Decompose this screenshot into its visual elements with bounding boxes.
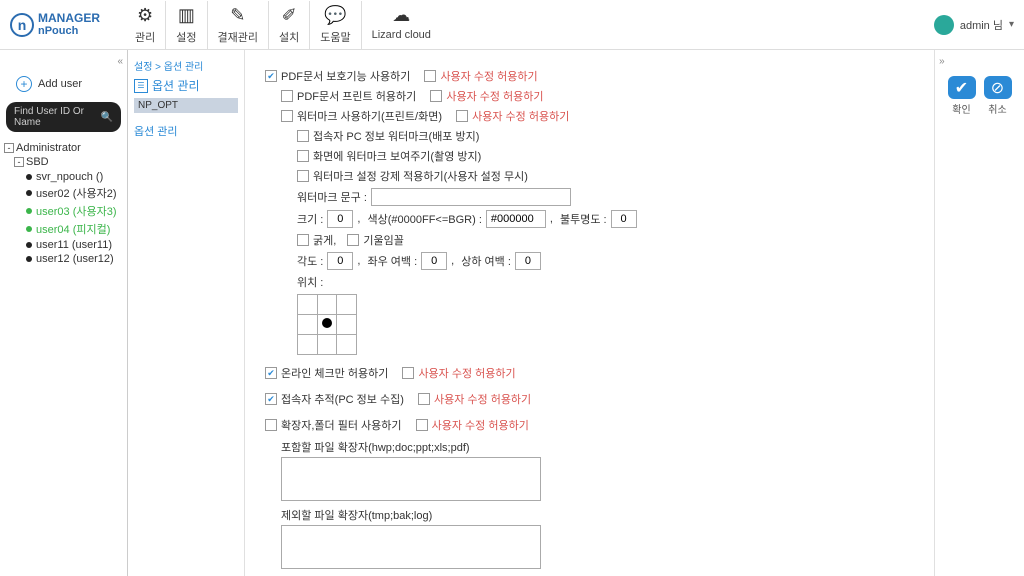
online-usermod-checkbox[interactable] [402, 367, 414, 379]
breadcrumb: 설정 > 옵션 관리 [134, 58, 238, 73]
include-ext-input[interactable] [281, 457, 541, 501]
cancel-button[interactable]: ⊘취소 [983, 76, 1013, 116]
tree-user-item[interactable]: user11 (user11) [26, 238, 123, 252]
tree-root[interactable]: -Administrator [4, 142, 123, 154]
pen-icon: ✎ [230, 5, 245, 27]
collapse-right-icon[interactable]: « [939, 56, 945, 67]
tree-user-item[interactable]: user04 (피지컬) [26, 220, 123, 238]
add-user-button[interactable]: + Add user [16, 76, 127, 92]
nav-help[interactable]: 💬도움말 [310, 1, 361, 49]
current-user: admin 님 [960, 17, 1003, 33]
top-nav: ⚙관리 ▥설정 ✎결재관리 ✐설치 💬도움말 ☁Lizard cloud [125, 1, 441, 49]
filter-ext-checkbox[interactable] [265, 419, 277, 431]
find-user-input[interactable]: Find User ID Or Name 🔍 [6, 102, 121, 132]
exclude-ext-label: 제외할 파일 확장자(tmp;bak;log) [281, 507, 914, 523]
nav-settings[interactable]: ▥설정 [166, 1, 207, 49]
nav-install[interactable]: ✐설치 [269, 1, 310, 49]
wm-pcinfo-checkbox[interactable] [297, 130, 309, 142]
tbmargin-input[interactable] [515, 252, 541, 270]
online-only-checkbox[interactable] [265, 367, 277, 379]
app-logo: n MANAGER nPouch [10, 12, 125, 37]
watermark-usermod-checkbox[interactable] [456, 110, 468, 122]
color-input[interactable] [486, 210, 546, 228]
italic-checkbox[interactable] [347, 234, 359, 246]
chevron-down-icon[interactable]: ▾ [1009, 19, 1014, 30]
plus-icon: + [16, 76, 32, 92]
search-icon: 🔍 [101, 112, 113, 123]
position-grid[interactable] [297, 294, 357, 355]
exclude-ext-input[interactable] [281, 525, 541, 569]
logo-line2: nPouch [38, 25, 78, 37]
wand-icon: ✐ [282, 5, 297, 27]
track-usermod-checkbox[interactable] [418, 393, 430, 405]
gear-icon: ⚙ [137, 5, 153, 27]
find-placeholder: Find User ID Or Name [14, 106, 97, 128]
option-link[interactable]: 옵션 관리 [134, 123, 238, 139]
nav-approval[interactable]: ✎결재관리 [208, 1, 269, 49]
logo-icon: n [10, 13, 34, 37]
pdf-print-usermod-checkbox[interactable] [430, 90, 442, 102]
logo-line1: MANAGER [38, 11, 100, 25]
chat-icon: 💬 [324, 5, 346, 27]
collapse-left-icon[interactable]: « [117, 56, 123, 67]
tree-user-item[interactable]: user12 (user12) [26, 252, 123, 266]
size-input[interactable] [327, 210, 353, 228]
opacity-input[interactable] [611, 210, 637, 228]
content-area: PDF문서 보호기능 사용하기 사용자 수정 허용하기 PDF문서 프린트 허용… [245, 50, 934, 576]
cloud-icon: ☁ [392, 5, 410, 27]
include-ext-label: 포함할 파일 확장자(hwp;doc;ppt;xls;pdf) [281, 439, 914, 455]
position-dot [322, 318, 332, 328]
ok-button[interactable]: ✔확인 [947, 76, 977, 116]
option-title: ☰옵션 관리 [134, 77, 238, 94]
angle-input[interactable] [327, 252, 353, 270]
bold-checkbox[interactable] [297, 234, 309, 246]
tree-user-item[interactable]: user02 (사용자2) [26, 184, 123, 202]
tree-user-item[interactable]: svr_npouch () [26, 170, 123, 184]
tree-user-item[interactable]: user03 (사용자3) [26, 202, 123, 220]
pdf-print-checkbox[interactable] [281, 90, 293, 102]
nav-cloud[interactable]: ☁Lizard cloud [362, 1, 441, 49]
add-user-label: Add user [38, 78, 82, 90]
track-pc-checkbox[interactable] [265, 393, 277, 405]
bar-small-icon: ☰ [134, 79, 148, 93]
lrmargin-input[interactable] [421, 252, 447, 270]
watermark-use-checkbox[interactable] [281, 110, 293, 122]
filter-usermod-checkbox[interactable] [416, 419, 428, 431]
pdf-protect-checkbox[interactable] [265, 70, 277, 82]
wm-force-checkbox[interactable] [297, 170, 309, 182]
avatar[interactable] [934, 15, 954, 35]
cancel-icon: ⊘ [984, 76, 1012, 99]
bar-icon: ▥ [178, 5, 195, 27]
wm-onscreen-checkbox[interactable] [297, 150, 309, 162]
pdf-protect-usermod-checkbox[interactable] [424, 70, 436, 82]
wm-text-input[interactable] [371, 188, 571, 206]
nav-manage[interactable]: ⚙관리 [125, 1, 166, 49]
check-icon: ✔ [948, 76, 976, 99]
np-opt-row[interactable]: NP_OPT [134, 98, 238, 113]
tree-sbd[interactable]: -SBD [14, 156, 123, 168]
